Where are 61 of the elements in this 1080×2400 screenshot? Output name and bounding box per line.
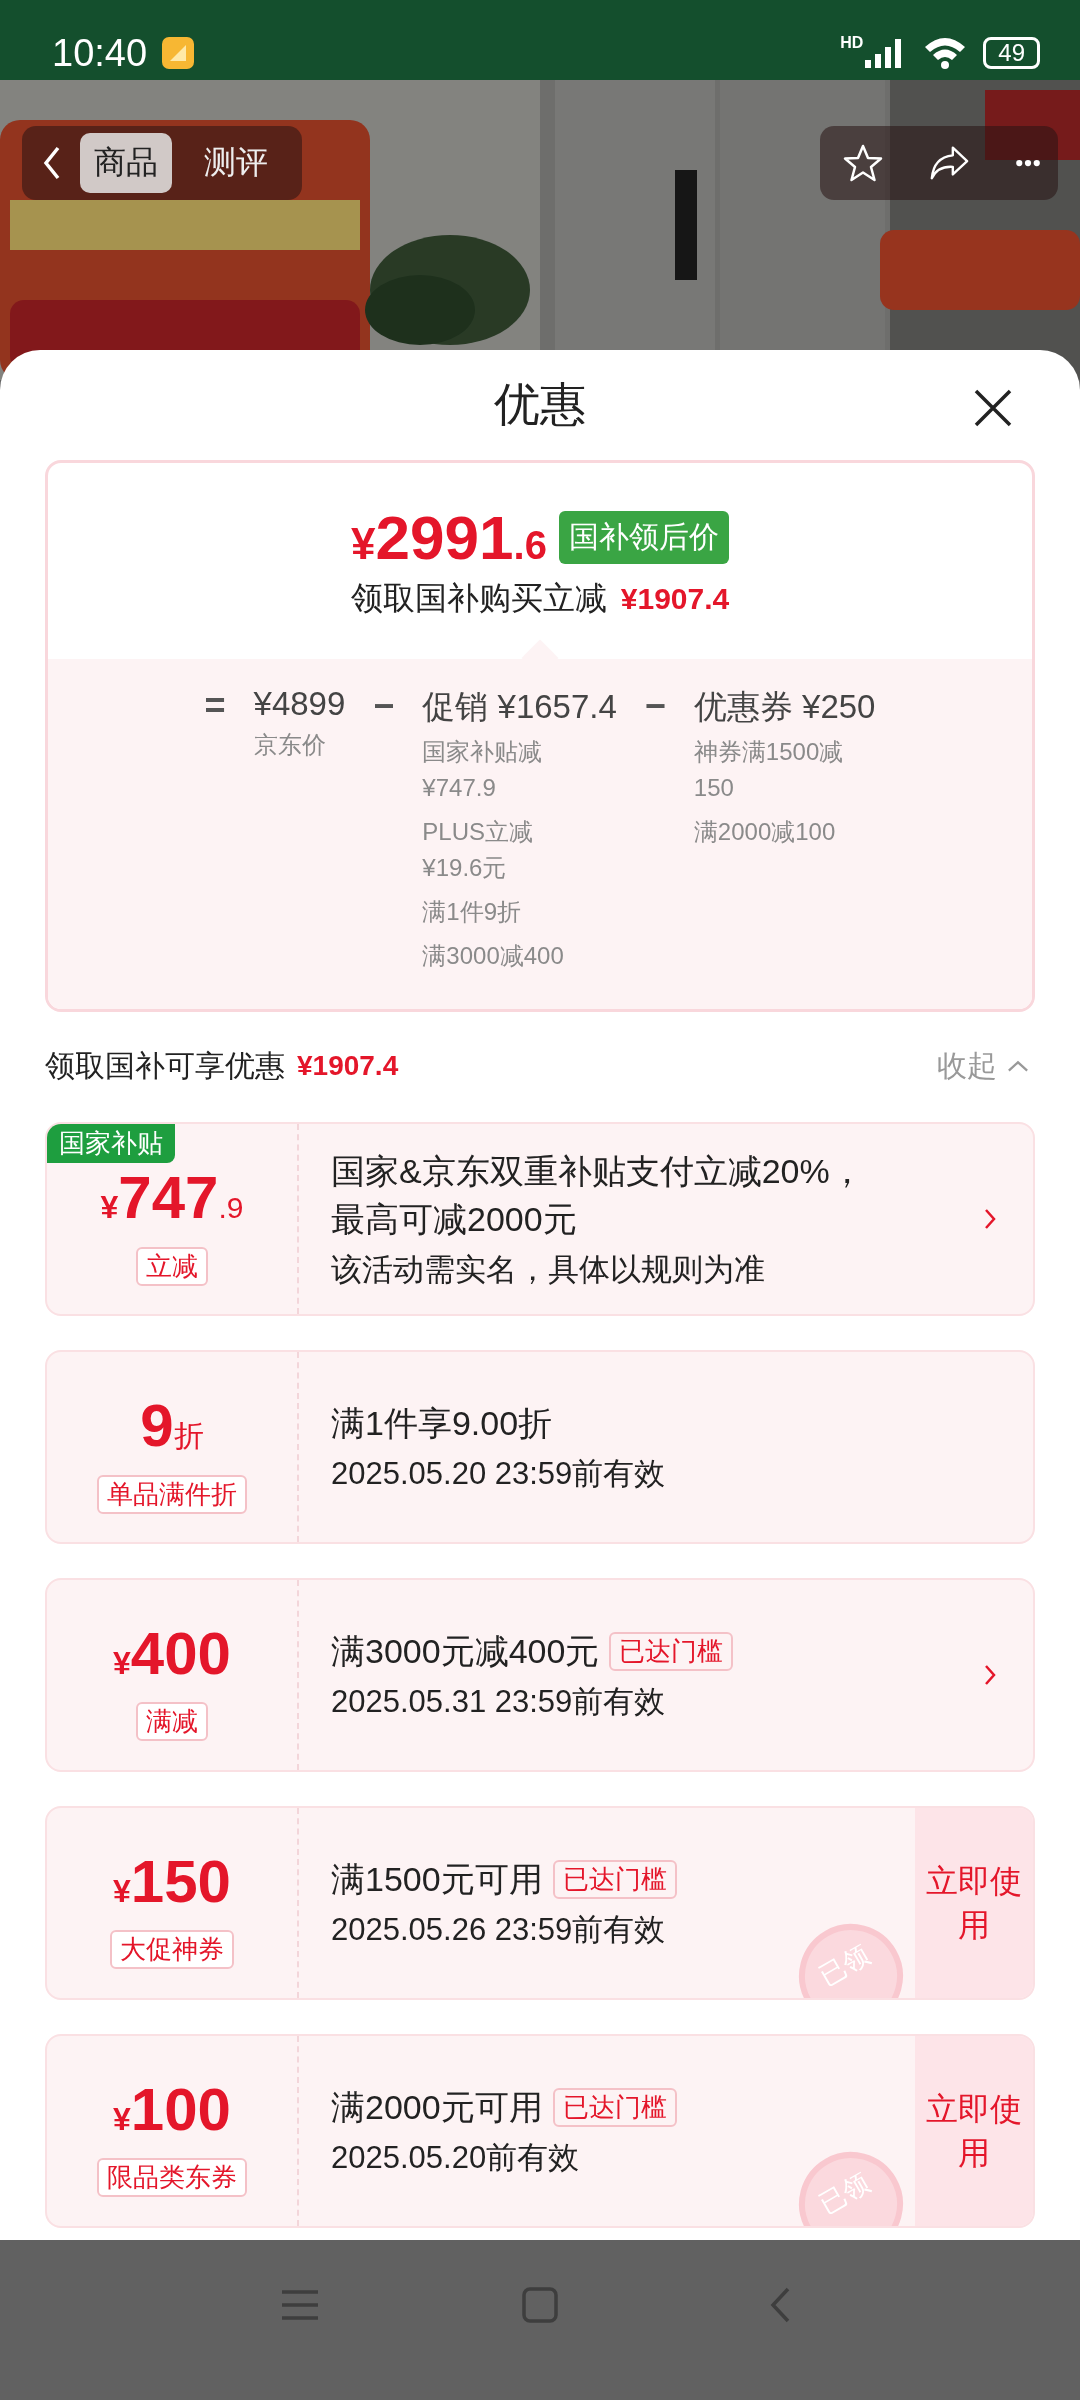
subsidy-tag: 国家补贴 — [47, 1124, 175, 1163]
coupon-type-label: 单品满件折 — [97, 1474, 247, 1514]
operator-sign: − — [644, 685, 666, 727]
coupon-title: 满1500元可用 — [331, 1859, 543, 1900]
breakdown-detail: 神券满1500减150 — [693, 737, 845, 803]
coupon-value: ¥150 — [113, 1849, 231, 1917]
coupon-value: ¥747.9 — [100, 1164, 244, 1233]
breakdown-amount: 促销 ¥1657.4 — [422, 687, 617, 727]
breakdown-detail: 满3000减400 — [422, 941, 564, 971]
close-icon[interactable] — [973, 388, 1013, 428]
threshold-badge: 已达门槛 — [552, 1859, 677, 1899]
section-amount: ¥1907.4 — [297, 1050, 399, 1082]
breakdown-detail: 满1件9折 — [422, 897, 522, 927]
final-price: ¥2991.6 — [351, 501, 547, 573]
breakdown-amount: 优惠券 ¥250 — [693, 687, 876, 727]
operator-sign: = — [204, 685, 226, 727]
tab[interactable]: 商品 — [80, 133, 172, 193]
coupon-title: 满3000元减400元 — [331, 1631, 600, 1672]
breakdown-detail: 满2000减100 — [693, 817, 836, 847]
coupon-subtitle: 该活动需实名，具体以规则为准 — [331, 1251, 766, 1289]
tab[interactable]: 测评 — [190, 133, 282, 193]
threshold-badge: 已达门槛 — [552, 2087, 677, 2127]
coupon-type-label: 大促神券 — [110, 1930, 234, 1969]
coupon-subtitle: 2025.05.31 23:59前有效 — [331, 1683, 667, 1721]
coupon-type-label: 立减 — [136, 1246, 208, 1286]
coupon-card[interactable]: 9折 单品满件折 满1件享9.00折 2025.05.20 23:59前有效 — [45, 1350, 1035, 1544]
threshold-badge: 已达门槛 — [609, 1631, 734, 1671]
coupon-card[interactable]: 国家补贴 ¥747.9 立减 国家&京东双重补贴支付立减20%，最高可减2000元 该活动需实名，具体以规则为准 — [45, 1122, 1035, 1316]
coupon-card[interactable]: ¥400 满减 满3000元减400元 已达门槛 2025.05.31 23:59前有效 — [45, 1578, 1035, 1772]
star-icon[interactable] — [842, 143, 884, 183]
breakdown-amount: ¥4899 — [253, 685, 346, 723]
battery-indicator: 49 — [983, 37, 1040, 69]
coupon-subtitle: 2025.05.20前有效 — [331, 2139, 581, 2177]
coupon-type-label: 限品类东券 — [97, 2158, 247, 2197]
coupon-value: 9折 — [140, 1392, 204, 1461]
more-icon[interactable] — [1014, 158, 1042, 168]
status-time: 10:40 — [52, 31, 148, 75]
coupon-subtitle: 2025.05.26 23:59前有效 — [331, 1911, 667, 1949]
notification-icon — [161, 36, 196, 70]
operator-sign: − — [373, 685, 395, 727]
chevron-right-icon — [983, 1207, 997, 1231]
breakdown-detail: 京东价 — [253, 730, 326, 760]
use-now-button[interactable]: 立即使用 — [915, 1808, 1033, 1998]
back-icon[interactable] — [42, 145, 62, 181]
network-label: HD — [840, 34, 864, 52]
coupon-title: 国家&京东双重补贴支付立减20%，最高可减2000元 — [331, 1151, 865, 1240]
chevron-right-icon — [983, 1663, 997, 1687]
breakdown-detail: 国家补贴减¥747.9 — [422, 737, 544, 803]
coupon-subtitle: 2025.05.20 23:59前有效 — [331, 1455, 667, 1493]
coupon-value: ¥400 — [113, 1621, 231, 1689]
use-now-button[interactable]: 立即使用 — [915, 2036, 1033, 2226]
coupon-title: 满1件享9.00折 — [331, 1403, 553, 1444]
section-title: 领取国补可享优惠 — [45, 1047, 285, 1084]
price-badge: 国补领后价 — [558, 510, 729, 564]
sheet-title: 优惠 — [494, 377, 586, 432]
breakdown-detail: PLUS立减¥19.6元 — [422, 817, 535, 883]
saving-label: 领取国补购买立减 — [350, 578, 607, 618]
coupon-title: 满2000元可用 — [331, 2087, 543, 2128]
saving-amount: ¥1907.4 — [620, 581, 730, 616]
coupon-type-label: 满减 — [136, 1702, 208, 1741]
coupon-value: ¥100 — [113, 2077, 231, 2145]
